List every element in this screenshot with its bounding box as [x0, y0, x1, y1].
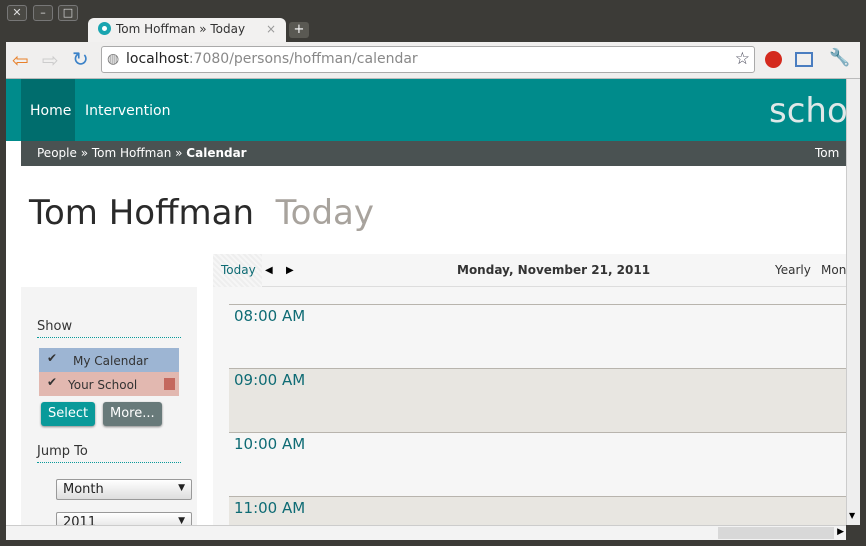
- hour-row[interactable]: 08:00 AM: [229, 304, 846, 368]
- calendar-label: Your School: [68, 378, 138, 392]
- sidebar: Show ✔ My Calendar ✔ Your School Select Mo…: [21, 287, 197, 525]
- show-heading: Show: [37, 319, 181, 338]
- forward-icon[interactable]: ⇨: [42, 48, 59, 72]
- tab-favicon-icon: [98, 22, 111, 35]
- fullscreen-icon[interactable]: [795, 52, 813, 67]
- prev-icon[interactable]: ◀: [265, 254, 273, 287]
- year-value: 2011: [63, 515, 97, 525]
- page-subtitle: Today: [275, 193, 374, 233]
- hour-row[interactable]: 10:00 AM: [229, 432, 846, 496]
- breadcrumb: People » Tom Hoffman » Calendar Tom H: [21, 141, 846, 185]
- brand-logo: schoo: [769, 91, 846, 131]
- hour-row[interactable]: 09:00 AM: [229, 368, 846, 432]
- crumb-sep: »: [175, 146, 183, 160]
- year-select[interactable]: 2011 ▼: [56, 512, 192, 525]
- scroll-right-icon[interactable]: ▶: [837, 527, 844, 537]
- person-name: Tom Hoffman: [29, 193, 255, 233]
- scroll-thumb[interactable]: [718, 527, 834, 539]
- checkbox-icon[interactable]: ✔: [47, 345, 57, 371]
- user-name[interactable]: Tom H: [815, 141, 846, 191]
- globe-icon: ◍: [107, 51, 120, 67]
- month-value: Month: [63, 482, 104, 497]
- more-button[interactable]: More...: [103, 402, 162, 426]
- dropdown-arrow-icon: ▼: [178, 516, 185, 525]
- jump-heading: Jump To: [37, 444, 181, 463]
- wrench-icon[interactable]: 🔧: [829, 48, 850, 68]
- close-window-button[interactable]: ✕: [7, 5, 27, 21]
- current-date: Monday, November 21, 2011: [457, 263, 651, 277]
- address-bar[interactable]: ◍ localhost:7080/persons/hoffman/calendar…: [101, 46, 755, 73]
- crumb-person[interactable]: Tom Hoffman: [92, 146, 171, 160]
- minimize-window-button[interactable]: –: [33, 5, 53, 21]
- scroll-down-icon[interactable]: ▼: [849, 511, 855, 520]
- nav-home[interactable]: Home: [21, 79, 75, 141]
- crumb-sep: »: [80, 146, 89, 160]
- tab-close-icon[interactable]: ×: [266, 22, 276, 36]
- calendar-school[interactable]: ✔ Your School: [39, 372, 179, 396]
- url-host: localhost: [126, 51, 189, 67]
- color-swatch: [164, 378, 175, 390]
- horizontal-scrollbar[interactable]: ▶: [6, 525, 846, 540]
- bookmark-star-icon[interactable]: ☆: [735, 49, 750, 69]
- url-path: :7080/persons/hoffman/calendar: [188, 51, 418, 67]
- new-tab-button[interactable]: +: [289, 22, 309, 38]
- calendar-label: My Calendar: [73, 354, 149, 368]
- adblock-icon[interactable]: [765, 51, 782, 68]
- browser-tab[interactable]: Tom Hoffman » Today ×: [88, 18, 286, 43]
- maximize-window-button[interactable]: □: [58, 5, 78, 21]
- dropdown-arrow-icon: ▼: [178, 483, 185, 493]
- vertical-scrollbar[interactable]: ▼: [846, 79, 860, 525]
- hour-row[interactable]: 11:00 AM: [229, 496, 846, 525]
- crumb-current: Calendar: [186, 146, 247, 160]
- calendar-nav: Today ◀ ▶ Monday, November 21, 2011 Year…: [213, 254, 846, 287]
- tab-title: Tom Hoffman » Today: [116, 22, 246, 36]
- checkbox-icon[interactable]: ✔: [47, 369, 57, 395]
- view-monthly[interactable]: Mon: [821, 254, 846, 287]
- top-nav: Home Intervention schoo: [6, 79, 846, 141]
- crumb-people[interactable]: People: [37, 146, 77, 160]
- reload-icon[interactable]: ↻: [72, 47, 89, 71]
- calendar-my[interactable]: ✔ My Calendar: [39, 348, 179, 372]
- month-select[interactable]: Month ▼: [56, 479, 192, 500]
- today-button[interactable]: Today: [213, 254, 262, 287]
- page-content: Home Intervention schoo People » Tom Hof…: [6, 79, 846, 525]
- select-button[interactable]: Select: [41, 402, 96, 426]
- view-yearly[interactable]: Yearly: [775, 254, 811, 287]
- page-title: Tom Hoffman Today: [29, 193, 374, 233]
- nav-intervention[interactable]: Intervention: [76, 79, 179, 141]
- back-icon[interactable]: ⇦: [12, 48, 29, 72]
- next-icon[interactable]: ▶: [286, 254, 294, 287]
